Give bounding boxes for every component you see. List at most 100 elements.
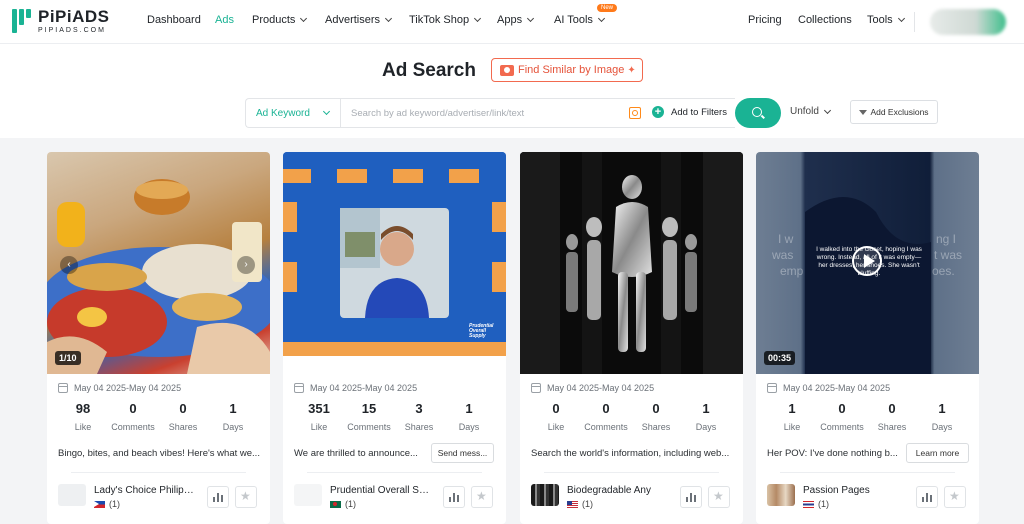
comments-label: Comments bbox=[584, 422, 628, 432]
like-label: Like bbox=[547, 422, 565, 432]
nav-tools-label: Tools bbox=[867, 14, 893, 26]
video-frame bbox=[283, 152, 506, 374]
add-to-filters-button[interactable]: + Add to Filters bbox=[652, 106, 727, 118]
advertiser-name[interactable]: Biodegradable Any bbox=[567, 485, 651, 496]
ad-thumbnail[interactable]: ‹ › 1/10 bbox=[47, 152, 270, 374]
nav-ads[interactable]: Ads bbox=[215, 14, 234, 26]
add-to-filters-label: Add to Filters bbox=[671, 106, 727, 118]
nav-dashboard[interactable]: Dashboard bbox=[147, 14, 201, 26]
nav-ai-tools[interactable]: AI Tools bbox=[554, 14, 605, 26]
days-value: 1 bbox=[938, 401, 946, 416]
nav-apps[interactable]: Apps bbox=[497, 14, 535, 26]
new-badge: New bbox=[597, 4, 618, 12]
user-avatar[interactable] bbox=[930, 9, 1006, 35]
play-icon[interactable] bbox=[852, 246, 882, 276]
ad-card[interactable]: Prudential Overall Supply May 04 2025-Ma… bbox=[283, 152, 506, 524]
send-message-button[interactable]: Send mess... bbox=[431, 443, 494, 463]
video-duration-badge: 00:35 bbox=[764, 351, 796, 365]
search-input[interactable] bbox=[342, 99, 622, 127]
ad-card[interactable]: I w ng I was t was emp oes. I walked int… bbox=[756, 152, 979, 524]
analytics-button[interactable] bbox=[443, 486, 465, 508]
nav-advertisers[interactable]: Advertisers bbox=[325, 14, 393, 26]
keyword-type-value: Ad Keyword bbox=[256, 107, 310, 119]
stat-like: 0 Like bbox=[531, 401, 581, 432]
star-icon: ★ bbox=[476, 489, 487, 503]
advertiser-name[interactable]: Lady's Choice Philippi... bbox=[94, 485, 198, 496]
prev-arrow-icon[interactable]: ‹ bbox=[60, 256, 78, 274]
calendar-icon bbox=[294, 383, 304, 393]
nav-pricing[interactable]: Pricing bbox=[748, 14, 782, 26]
logo[interactable]: PiPiADS PIPIADS.COM bbox=[12, 8, 110, 34]
page-title: Ad Search bbox=[382, 60, 476, 81]
ad-caption: Bingo, bites, and beach vibes! Here's wh… bbox=[58, 448, 260, 459]
unfold-toggle[interactable]: Unfold bbox=[790, 106, 831, 117]
stat-days: 1 Days bbox=[917, 401, 967, 432]
days-value: 1 bbox=[702, 401, 710, 416]
chevron-down-icon bbox=[897, 14, 905, 23]
chevron-down-icon bbox=[384, 14, 393, 23]
find-similar-label: Find Similar by Image bbox=[518, 64, 625, 76]
date-range-text: May 04 2025-May 04 2025 bbox=[74, 383, 182, 393]
comments-value: 0 bbox=[602, 401, 610, 416]
bangladesh-flag-icon bbox=[330, 500, 341, 508]
stat-comments: 15 Comments bbox=[344, 401, 394, 432]
stat-like: 98 Like bbox=[58, 401, 108, 432]
ad-caption: We are thrilled to announce... bbox=[294, 448, 418, 459]
image-search-icon[interactable] bbox=[629, 107, 641, 119]
add-exclusions-button[interactable]: Add Exclusions bbox=[850, 100, 938, 124]
like-label: Like bbox=[310, 422, 328, 432]
favorite-button[interactable]: ★ bbox=[235, 486, 257, 508]
days-label: Days bbox=[458, 422, 480, 432]
divider bbox=[780, 472, 955, 473]
shares-label: Shares bbox=[404, 422, 434, 432]
comments-value: 0 bbox=[129, 401, 137, 416]
ad-thumbnail[interactable]: Prudential Overall Supply bbox=[283, 152, 506, 374]
favorite-button[interactable]: ★ bbox=[471, 486, 493, 508]
top-navbar: PiPiADS PIPIADS.COM Dashboard Ads Produc… bbox=[0, 0, 1024, 44]
advertiser-region: (1) bbox=[803, 499, 829, 509]
star-icon: ★ bbox=[240, 489, 251, 503]
comments-label: Comments bbox=[820, 422, 864, 432]
search-button[interactable] bbox=[735, 98, 781, 128]
nav-tools[interactable]: Tools bbox=[867, 14, 905, 26]
analytics-button[interactable] bbox=[916, 486, 938, 508]
ad-caption: Her POV: I've done nothing b... bbox=[767, 448, 898, 459]
keyword-type-select[interactable]: Ad Keyword bbox=[246, 99, 341, 127]
find-similar-by-image-button[interactable]: Find Similar by Image ✦ bbox=[491, 58, 643, 82]
ad-thumbnail[interactable]: I w ng I was t was emp oes. I walked int… bbox=[756, 152, 979, 374]
analytics-button[interactable] bbox=[680, 486, 702, 508]
advertiser-name[interactable]: Prudential Overall Sup... bbox=[330, 485, 434, 496]
analytics-button[interactable] bbox=[207, 486, 229, 508]
chevron-down-icon bbox=[823, 106, 831, 114]
logo-icon bbox=[12, 9, 32, 33]
learn-more-button[interactable]: Learn more bbox=[906, 443, 969, 463]
days-value: 1 bbox=[465, 401, 473, 416]
like-value: 351 bbox=[308, 401, 330, 416]
like-value: 0 bbox=[552, 401, 560, 416]
nav-products[interactable]: Products bbox=[252, 14, 308, 26]
ad-card[interactable]: May 04 2025-May 04 2025 0 Like 0 Comments … bbox=[520, 152, 743, 524]
next-arrow-icon[interactable]: › bbox=[237, 256, 255, 274]
slide-count-badge: 1/10 bbox=[55, 351, 81, 365]
stat-days: 1 Days bbox=[681, 401, 731, 432]
us-flag-icon bbox=[567, 500, 578, 508]
plus-icon: + bbox=[652, 106, 664, 118]
brand-watermark: Prudential Overall Supply bbox=[469, 323, 494, 339]
nav-tiktok-shop[interactable]: TikTok Shop bbox=[409, 14, 482, 26]
advertiser-region: (1) bbox=[330, 499, 356, 509]
robot-art bbox=[520, 152, 743, 374]
ad-card[interactable]: ‹ › 1/10 May 04 2025-May 04 2025 98 Like … bbox=[47, 152, 270, 524]
date-range: May 04 2025-May 04 2025 bbox=[58, 383, 181, 393]
ad-thumbnail[interactable] bbox=[520, 152, 743, 374]
advertiser-logo bbox=[294, 484, 322, 506]
favorite-button[interactable]: ★ bbox=[708, 486, 730, 508]
blurred-bg-text: was bbox=[772, 248, 794, 262]
search-bar: Ad Keyword + Add to Filters bbox=[245, 98, 735, 128]
nav-collections[interactable]: Collections bbox=[798, 14, 852, 26]
advertiser-name[interactable]: Passion Pages bbox=[803, 485, 870, 496]
favorite-button[interactable]: ★ bbox=[944, 486, 966, 508]
divider bbox=[71, 472, 246, 473]
stat-shares: 0 Shares bbox=[867, 401, 917, 432]
philippines-flag-icon bbox=[94, 500, 105, 508]
shares-value: 0 bbox=[888, 401, 896, 416]
